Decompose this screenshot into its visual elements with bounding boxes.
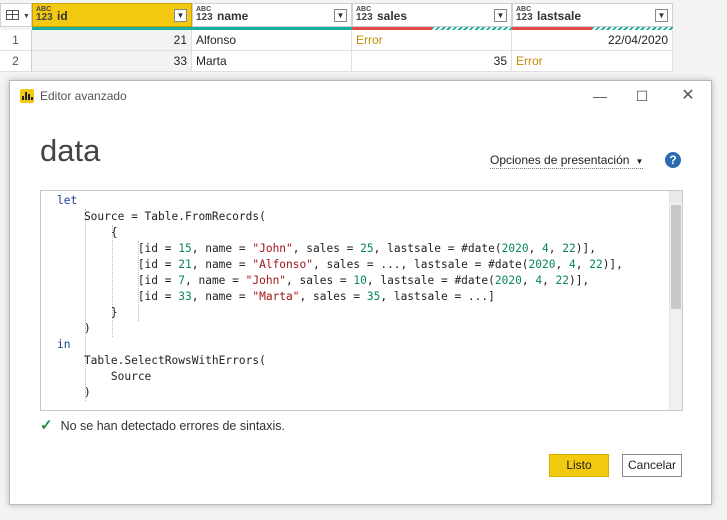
cell-name[interactable]: Alfonso <box>192 30 352 51</box>
display-options-label: Opciones de presentación <box>490 153 630 167</box>
help-icon[interactable]: ? <box>665 152 681 168</box>
syntax-status-text: No se han detectado errores de sintaxis. <box>60 419 286 433</box>
table-menu-button[interactable]: ▼ <box>0 3 32 27</box>
filter-dropdown-icon[interactable]: ▼ <box>655 9 668 22</box>
column-name: lastsale <box>537 9 582 23</box>
code-line: Source <box>57 370 152 383</box>
code-line: ) <box>57 322 91 335</box>
filter-dropdown-icon[interactable]: ▼ <box>334 9 347 22</box>
cell-sales-error[interactable]: Error <box>352 30 512 51</box>
type-any-icon: ABC 123 <box>516 6 533 23</box>
advanced-editor-dialog: Editor avanzado — ☐ ✕ data Opciones de p… <box>9 80 712 505</box>
minimize-icon[interactable]: — <box>585 85 615 107</box>
column-header-lastsale[interactable]: ABC 123 lastsale ▼ <box>512 3 673 27</box>
code-editor[interactable]: let Source = Table.FromRecords( { [id = … <box>40 190 683 411</box>
code-content[interactable]: let Source = Table.FromRecords( { [id = … <box>57 193 623 401</box>
syntax-status: ✓ No se han detectado errores de sintaxis… <box>40 416 285 434</box>
code-line: let <box>57 194 78 207</box>
code-line: ) <box>57 386 91 399</box>
code-line: Source = Table.FromRecords( <box>57 210 266 223</box>
row-number[interactable]: 1 <box>0 30 32 51</box>
filter-dropdown-icon[interactable]: ▼ <box>174 9 187 22</box>
code-line: } <box>57 306 118 319</box>
display-options-dropdown[interactable]: Opciones de presentación ▼ <box>490 153 644 169</box>
title-bar[interactable]: Editor avanzado — ☐ ✕ <box>10 81 711 111</box>
cell-id[interactable]: 33 <box>32 51 192 72</box>
column-header-name[interactable]: ABC 123 name ▼ <box>192 3 352 27</box>
table-icon <box>6 10 19 20</box>
cell-name[interactable]: Marta <box>192 51 352 72</box>
code-line: in <box>57 338 71 351</box>
done-button[interactable]: Listo <box>549 454 609 477</box>
maximize-icon[interactable]: ☐ <box>627 85 657 107</box>
cell-id[interactable]: 21 <box>32 30 192 51</box>
column-name: id <box>57 9 68 23</box>
checkmark-icon: ✓ <box>40 417 53 434</box>
code-line: Table.SelectRowsWithErrors( <box>57 354 266 367</box>
code-line: [id = 15, name = "John", sales = 25, las… <box>57 242 596 255</box>
code-line: [id = 7, name = "John", sales = 10, last… <box>57 274 590 287</box>
close-icon[interactable]: ✕ <box>673 85 703 107</box>
type-any-icon: ABC 123 <box>36 6 53 23</box>
code-line: [id = 33, name = "Marta", sales = 35, la… <box>57 290 495 303</box>
cell-lastsale-error[interactable]: Error <box>512 51 673 72</box>
cancel-button[interactable]: Cancelar <box>622 454 682 477</box>
column-name: name <box>217 9 249 23</box>
column-name: sales <box>377 9 408 23</box>
cell-sales[interactable]: 35 <box>352 51 512 72</box>
type-any-icon: ABC 123 <box>196 6 213 23</box>
window-title: Editor avanzado <box>40 89 127 103</box>
row-number[interactable]: 2 <box>0 51 32 72</box>
scroll-up-arrow[interactable] <box>670 191 682 203</box>
code-line: { <box>57 226 118 239</box>
power-bi-icon <box>20 89 34 103</box>
chevron-down-icon: ▼ <box>635 157 644 166</box>
query-name: data <box>40 133 101 168</box>
filter-dropdown-icon[interactable]: ▼ <box>494 9 507 22</box>
column-header-id[interactable]: ABC 123 id ▼ <box>32 3 192 27</box>
scroll-thumb[interactable] <box>671 205 681 309</box>
vertical-scrollbar[interactable] <box>669 191 682 410</box>
column-header-sales[interactable]: ABC 123 sales ▼ <box>352 3 512 27</box>
chevron-down-icon: ▼ <box>23 13 30 20</box>
type-any-icon: ABC 123 <box>356 6 373 23</box>
code-line: [id = 21, name = "Alfonso", sales = ...,… <box>57 258 623 271</box>
cell-lastsale[interactable]: 22/04/2020 <box>512 30 673 51</box>
